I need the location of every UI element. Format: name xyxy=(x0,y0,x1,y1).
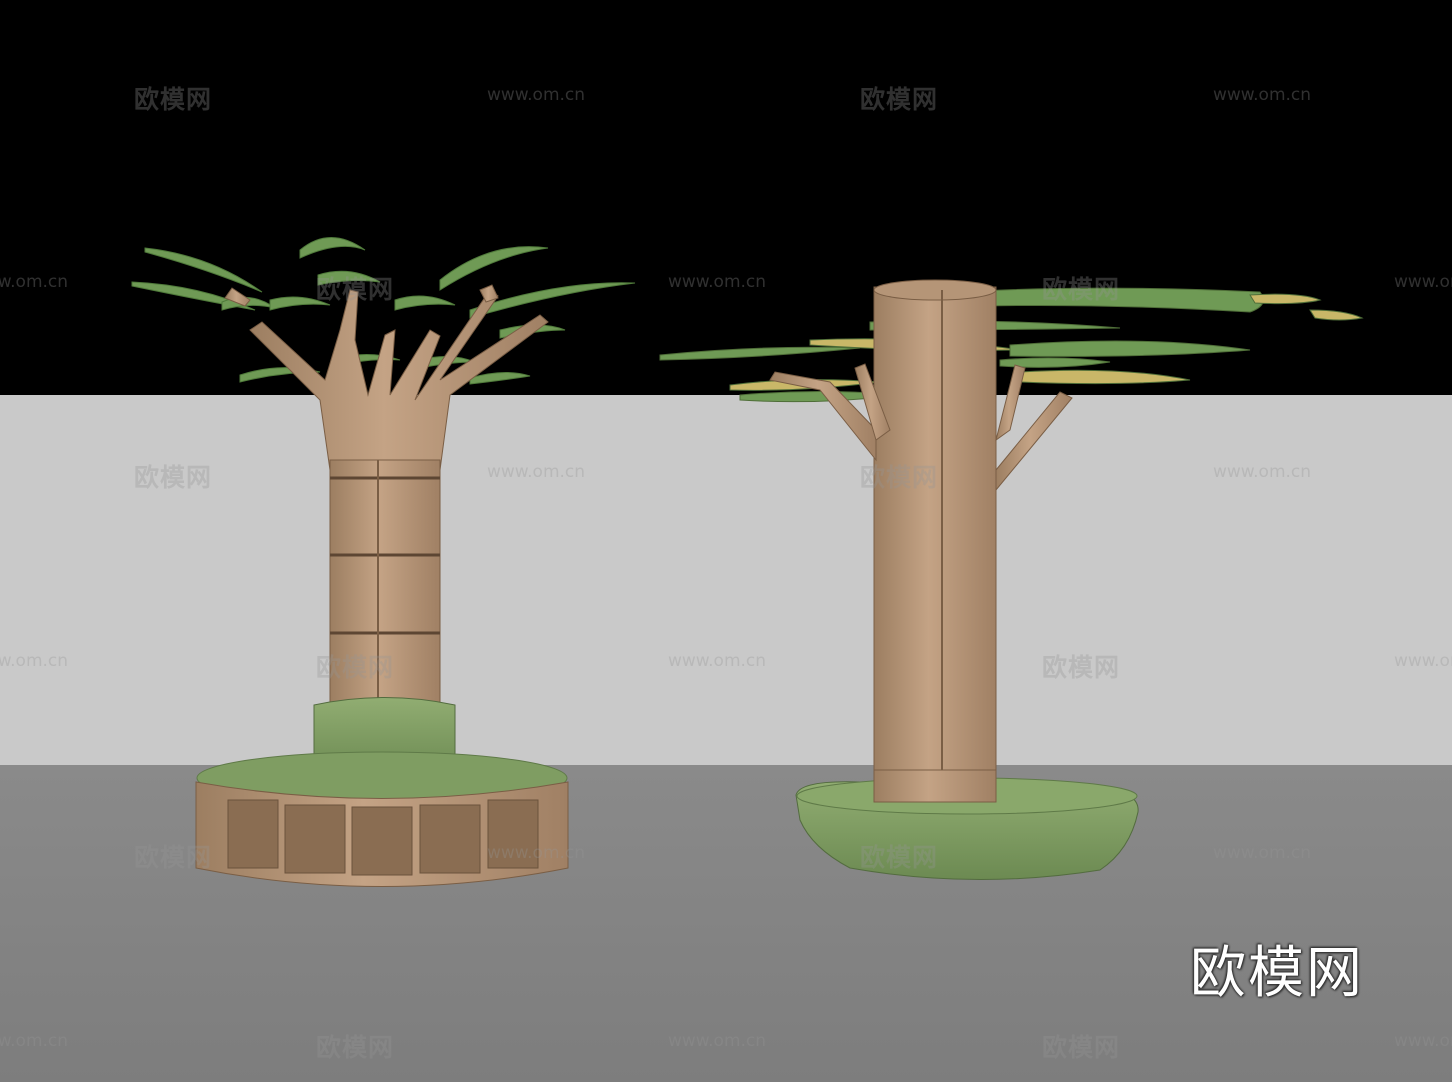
brand-logo: 欧模网 xyxy=(1190,941,1364,1006)
wall-background xyxy=(0,395,1452,765)
sky-background xyxy=(0,0,1452,395)
left-tree-trunk xyxy=(329,459,441,711)
tree-furniture-render xyxy=(0,0,1452,1082)
render-viewport: 欧模网 www.om.cn 欧模网 www.om.cn www.om.cn 欧模… xyxy=(0,0,1452,1082)
left-tree-base-cubbies xyxy=(227,799,539,876)
right-tree-trunk xyxy=(873,286,997,803)
